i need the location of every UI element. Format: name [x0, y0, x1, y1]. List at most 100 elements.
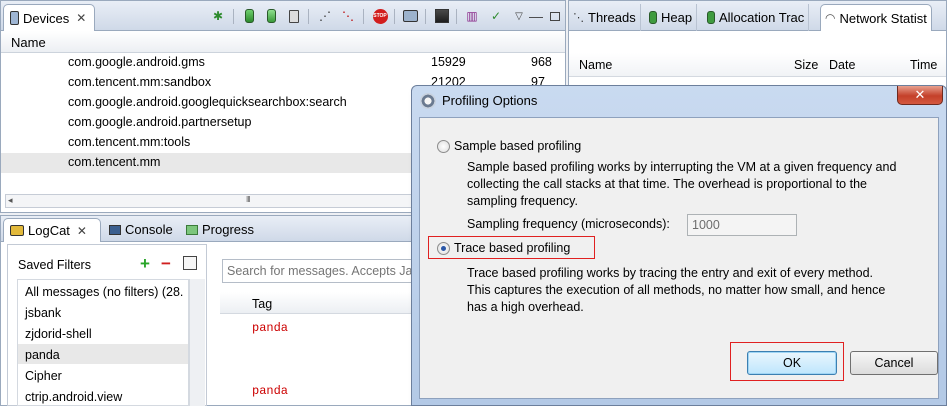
- add-filter-icon[interactable]: +: [140, 254, 150, 274]
- debug-bug-icon[interactable]: ✱: [210, 8, 226, 24]
- scroll-left-arrow-icon[interactable]: ◂: [8, 195, 13, 206]
- start-method-profiling-icon[interactable]: ⋱: [340, 8, 356, 24]
- dump-hprof-icon[interactable]: [263, 8, 279, 24]
- filters-scrollbar[interactable]: [189, 279, 205, 406]
- sampling-frequency-input[interactable]: [687, 214, 797, 236]
- update-threads-icon[interactable]: ⋰: [317, 8, 333, 24]
- column-size-header[interactable]: Size: [794, 58, 818, 72]
- heap-icon: [649, 11, 657, 24]
- sampling-frequency-label: Sampling frequency (microseconds):: [467, 217, 670, 231]
- minimize-icon[interactable]: —: [528, 8, 544, 24]
- close-icon: ✕: [914, 87, 926, 102]
- phone-icon: [10, 11, 19, 25]
- tab-heap-label: Heap: [661, 10, 693, 25]
- trace-description-line: Trace based profiling works by tracing t…: [467, 266, 873, 280]
- filter-item[interactable]: zjdorid-shell: [25, 327, 92, 341]
- systrace-icon[interactable]: ▥: [464, 8, 480, 24]
- close-dialog-button[interactable]: ✕: [897, 86, 943, 105]
- toolbar-separator: [456, 9, 457, 24]
- tab-progress[interactable]: Progress: [186, 222, 254, 237]
- progress-icon: [186, 224, 198, 235]
- tab-console[interactable]: Console: [109, 222, 173, 237]
- view-menu-icon[interactable]: ▽: [511, 8, 527, 24]
- close-icon[interactable]: ✕: [77, 224, 87, 238]
- tab-devices-label: Devices: [23, 10, 70, 26]
- logcat-icon: [10, 225, 24, 236]
- toolbar-separator: [308, 9, 309, 24]
- tab-devices[interactable]: Devices ✕: [3, 4, 95, 31]
- search-input[interactable]: [222, 259, 418, 283]
- settings-gear-icon: [420, 93, 436, 109]
- filter-item[interactable]: ctrip.android.view: [25, 390, 122, 404]
- toolbar-separator: [425, 9, 426, 24]
- filter-item[interactable]: Cipher: [25, 369, 62, 383]
- column-name-header[interactable]: Name: [579, 58, 612, 72]
- trace-profiling-label[interactable]: Trace based profiling: [454, 240, 570, 257]
- process-pid: 15929: [431, 55, 466, 69]
- sample-profiling-radio[interactable]: [437, 140, 450, 153]
- threads-icon: ⋱: [573, 12, 584, 24]
- process-name: com.google.android.googlequicksearchbox:…: [68, 95, 347, 109]
- trace-profiling-radio[interactable]: [437, 242, 450, 255]
- toolbar-separator: [394, 9, 395, 24]
- right-tabbar: ⋱ Threads Heap Allocation Trac ◠ Network…: [569, 1, 946, 31]
- delete-filter-icon[interactable]: −: [161, 254, 171, 274]
- update-heap-icon[interactable]: [241, 8, 257, 24]
- tab-allocation-tracker[interactable]: Allocation Trac: [703, 4, 810, 31]
- toolbar-separator: [363, 9, 364, 24]
- console-icon: [109, 224, 121, 235]
- process-name: com.google.android.partnersetup: [68, 115, 252, 129]
- scroll-grip[interactable]: III: [246, 195, 251, 204]
- tab-heap[interactable]: Heap: [645, 4, 698, 31]
- tab-threads-label: Threads: [588, 10, 636, 25]
- dialog-title: Profiling Options: [442, 93, 538, 108]
- edit-filter-icon[interactable]: [183, 256, 197, 270]
- process-name: com.tencent.mm: [68, 155, 161, 169]
- tab-logcat-label: LogCat: [28, 223, 70, 238]
- close-icon[interactable]: ✕: [76, 11, 86, 25]
- log-tag: panda: [252, 384, 289, 398]
- filter-item-selected[interactable]: panda: [25, 348, 60, 362]
- profiling-options-dialog: Profiling Options ✕ Sample based profili…: [411, 85, 947, 406]
- devices-column-header[interactable]: Name: [1, 31, 565, 53]
- dialog-body: Sample based profiling Sample based prof…: [419, 117, 939, 399]
- messages-header: [220, 292, 418, 314]
- screen-capture-icon[interactable]: [402, 8, 418, 24]
- tab-console-label: Console: [125, 222, 173, 237]
- sample-description-line: collecting the call stacks at that time.…: [467, 177, 867, 191]
- tab-network-statistics[interactable]: ◠ Network Statist: [820, 4, 932, 31]
- allocation-icon: [707, 11, 715, 24]
- column-date-header[interactable]: Date: [829, 58, 855, 72]
- maximize-icon[interactable]: [547, 8, 563, 24]
- cause-gc-icon[interactable]: [286, 8, 302, 24]
- process-name: com.google.android.gms: [68, 55, 205, 69]
- process-name: com.tencent.mm:sandbox: [68, 75, 212, 89]
- process-name: com.tencent.mm:tools: [68, 135, 191, 149]
- tab-threads[interactable]: ⋱ Threads: [569, 4, 641, 31]
- ok-button[interactable]: OK: [747, 351, 837, 375]
- wifi-icon: ◠: [825, 11, 836, 25]
- sample-profiling-label[interactable]: Sample based profiling: [454, 138, 581, 155]
- cancel-button[interactable]: Cancel: [850, 351, 938, 375]
- filter-item[interactable]: jsbank: [25, 306, 61, 320]
- filter-item[interactable]: All messages (no filters) (28.: [25, 285, 183, 299]
- tab-logcat[interactable]: LogCat ✕: [3, 218, 101, 242]
- devices-tabbar: Devices ✕ ✱ ⋰ ⋱ STOP ▥ ✓ ▽ —: [1, 1, 565, 31]
- log-tag: panda: [252, 321, 289, 335]
- tab-network-label: Network Statist: [839, 10, 927, 26]
- tab-progress-label: Progress: [202, 222, 255, 237]
- saved-filters-label: Saved Filters: [18, 258, 91, 272]
- opengl-trace-icon[interactable]: ✓: [488, 8, 504, 24]
- sample-description-line: Sample based profiling works by interrup…: [467, 160, 897, 174]
- trace-description-line: has a high overhead.: [467, 300, 584, 314]
- table-row[interactable]: com.google.android.gms 15929 968: [1, 53, 565, 73]
- tag-column-header[interactable]: Tag: [252, 297, 272, 311]
- sample-description-line: sampling frequency.: [467, 194, 578, 208]
- trace-description-line: This captures the execution of all metho…: [467, 283, 886, 297]
- column-time-header[interactable]: Time: [910, 58, 937, 72]
- file-explorer-header: [569, 53, 946, 77]
- column-name-header[interactable]: Name: [11, 35, 46, 50]
- dump-view-hierarchy-icon[interactable]: [434, 8, 450, 24]
- stop-process-icon[interactable]: STOP: [372, 8, 388, 24]
- toolbar-separator: [233, 9, 234, 24]
